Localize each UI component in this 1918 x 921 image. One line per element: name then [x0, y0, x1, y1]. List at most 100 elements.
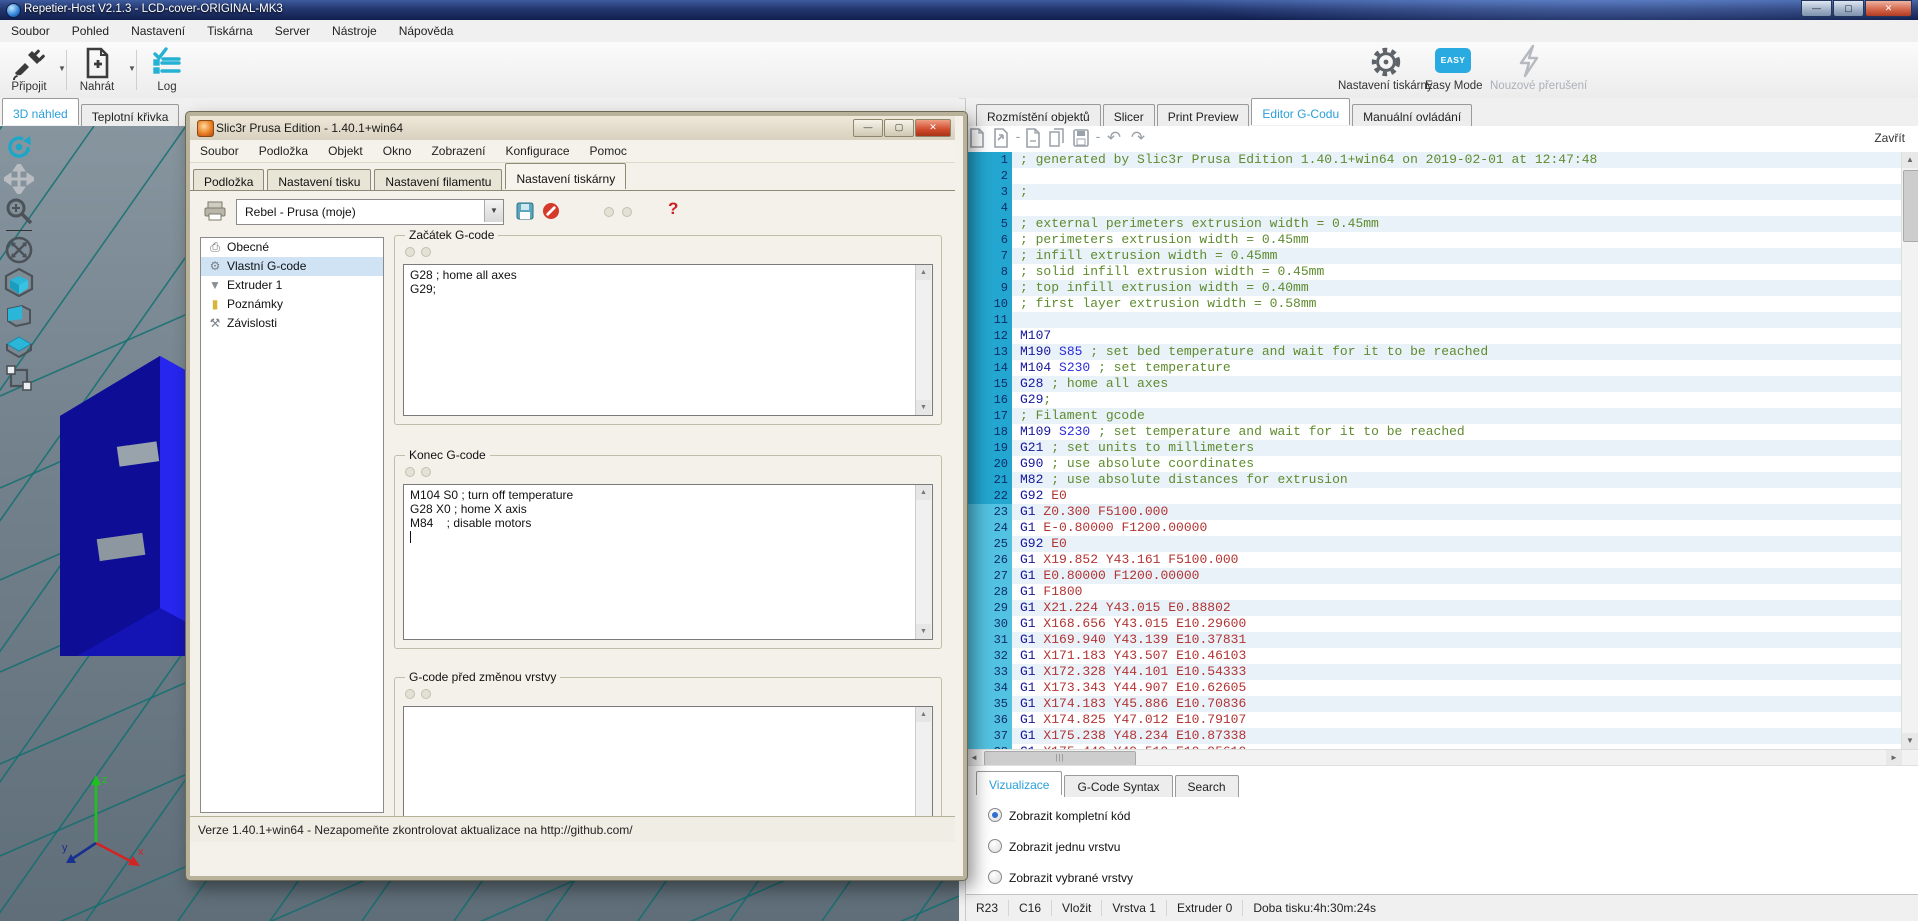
editor-line[interactable]: 7; infill extrusion width = 0.45mm	[966, 248, 1902, 264]
editor-line[interactable]: 25G92 E0	[966, 536, 1902, 552]
dialog-menu-zobrazení[interactable]: Zobrazení	[421, 140, 495, 158]
gcode-textarea[interactable]: M104 S0 ; turn off temperatureG28 X0 ; h…	[403, 484, 933, 640]
new-doc-icon[interactable]	[1024, 128, 1044, 148]
log-button[interactable]: Log	[140, 46, 194, 93]
help-question-mark[interactable]: ?	[668, 199, 678, 219]
dialog-menu-soubor[interactable]: Soubor	[190, 140, 249, 158]
editor-line[interactable]: 17; Filament gcode	[966, 408, 1902, 424]
dialog-title-bar[interactable]: Slic3r Prusa Edition - 1.40.1+win64 —▢✕	[190, 116, 955, 141]
tab-Manuální ovládání[interactable]: Manuální ovládání	[1352, 104, 1472, 128]
radio-unselected[interactable]	[988, 870, 1002, 884]
dialog-menu-okno[interactable]: Okno	[373, 140, 422, 158]
editor-line[interactable]: 27G1 E0.80000 F1200.00000	[966, 568, 1902, 584]
dialog-menu-podložka[interactable]: Podložka	[249, 140, 318, 158]
radio-option[interactable]: Zobrazit kompletní kód	[988, 808, 1130, 824]
editor-line[interactable]: 16G29;	[966, 392, 1902, 408]
dialog-menu-konfigurace[interactable]: Konfigurace	[495, 140, 579, 158]
editor-line[interactable]: 33G1 X172.328 Y44.101 E10.54333	[966, 664, 1902, 680]
editor-line[interactable]: 2	[966, 168, 1902, 184]
save-preset-icon[interactable]	[516, 202, 534, 223]
editor-line[interactable]: 1; generated by Slic3r Prusa Edition 1.4…	[966, 152, 1902, 168]
connect-dropdown-arrow[interactable]: ▼	[58, 64, 66, 73]
editor-line[interactable]: 8; solid infill extrusion width = 0.45mm	[966, 264, 1902, 280]
save-file-icon[interactable]	[1072, 128, 1092, 148]
editor-vertical-scrollbar[interactable]: ▲ ▼	[1901, 152, 1918, 749]
tree-item-Závislosti[interactable]: ⚒Závislosti	[201, 314, 383, 333]
menu-nastavení[interactable]: Nastavení	[120, 20, 196, 38]
dialog-menu-objekt[interactable]: Objekt	[318, 140, 373, 158]
maximize-button[interactable]: ▢	[1833, 0, 1864, 17]
editor-line[interactable]: 30G1 X168.656 Y43.015 E10.29600	[966, 616, 1902, 632]
upload-button[interactable]: Nahrát	[70, 46, 124, 93]
menu-tiskárna[interactable]: Tiskárna	[196, 20, 264, 38]
tree-item-Obecné[interactable]: ⎙Obecné	[201, 238, 383, 257]
editor-line[interactable]: 13M190 S85 ; set bed temperature and wai…	[966, 344, 1902, 360]
editor-line[interactable]: 14M104 S230 ; set temperature	[966, 360, 1902, 376]
scroll-up-arrow[interactable]: ▲	[916, 265, 931, 280]
textarea-scrollbar[interactable]: ▲▼	[915, 265, 932, 415]
horizontal-scroll-thumb[interactable]: |||	[984, 751, 1136, 766]
menu-pohled[interactable]: Pohled	[61, 20, 120, 38]
editor-line[interactable]: 15G28 ; home all axes	[966, 376, 1902, 392]
scroll-right-arrow[interactable]: ►	[1886, 750, 1902, 765]
tab-Vizualizace[interactable]: Vizualizace	[976, 771, 1062, 795]
textarea-scrollbar[interactable]: ▲▼	[915, 707, 932, 831]
editor-line[interactable]: 4	[966, 200, 1902, 216]
editor-line[interactable]: 12M107	[966, 328, 1902, 344]
editor-line[interactable]: 22G92 E0	[966, 488, 1902, 504]
gcode-textarea[interactable]: ▲▼	[403, 706, 933, 832]
scroll-down-arrow[interactable]: ▼	[1902, 733, 1918, 749]
dialog-tab-Nastavení tisku[interactable]: Nastavení tisku	[267, 169, 371, 192]
scroll-up-arrow[interactable]: ▲	[916, 485, 931, 500]
radio-unselected[interactable]	[988, 839, 1002, 853]
tab-Search[interactable]: Search	[1175, 775, 1239, 797]
tab-Print Preview[interactable]: Print Preview	[1157, 104, 1250, 128]
editor-line[interactable]: 29G1 X21.224 Y43.015 E0.88802	[966, 600, 1902, 616]
vertical-scroll-thumb[interactable]	[1903, 170, 1918, 242]
radio-option[interactable]: Zobrazit jednu vrstvu	[988, 839, 1120, 855]
editor-line[interactable]: 3;	[966, 184, 1902, 200]
view-frame-icon[interactable]	[4, 363, 34, 393]
editor-line[interactable]: 34G1 X173.343 Y44.907 E10.62605	[966, 680, 1902, 696]
view-front-icon[interactable]	[4, 299, 34, 329]
editor-line[interactable]: 32G1 X171.183 Y43.507 E10.46103	[966, 648, 1902, 664]
tab-3D náhled[interactable]: 3D náhled	[2, 98, 79, 125]
editor-line[interactable]: 20G90 ; use absolute coordinates	[966, 456, 1902, 472]
tab-G-Code Syntax[interactable]: G-Code Syntax	[1064, 775, 1172, 797]
editor-line[interactable]: 23G1 Z0.300 F5100.000	[966, 504, 1902, 520]
scroll-left-arrow[interactable]: ◄	[966, 750, 982, 765]
fit-view-icon[interactable]	[4, 235, 34, 265]
move-view-icon[interactable]	[4, 164, 34, 194]
gcode-textarea[interactable]: G28 ; home all axesG29;▲▼	[403, 264, 933, 416]
zoom-view-icon[interactable]	[4, 196, 34, 226]
dialog-tab-Nastavení tiskárny[interactable]: Nastavení tiskárny	[505, 163, 626, 189]
new-file-icon[interactable]	[968, 128, 988, 148]
copy-doc-icon[interactable]	[1048, 128, 1068, 148]
editor-line[interactable]: 28G1 F1800	[966, 584, 1902, 600]
editor-line[interactable]: 18M109 S230 ; set temperature and wait f…	[966, 424, 1902, 440]
editor-line[interactable]: 6; perimeters extrusion width = 0.45mm	[966, 232, 1902, 248]
view-top-icon[interactable]	[4, 331, 34, 361]
view-iso-icon[interactable]	[4, 267, 34, 297]
dialog-menu-pomoc[interactable]: Pomoc	[580, 140, 637, 158]
dialog-maximize-button[interactable]: ▢	[884, 119, 914, 137]
scroll-up-arrow[interactable]: ▲	[916, 707, 931, 722]
tab-Slicer[interactable]: Slicer	[1103, 104, 1155, 128]
tree-item-Extruder 1[interactable]: ▼Extruder 1	[201, 276, 383, 295]
editor-line[interactable]: 10; first layer extrusion width = 0.58mm	[966, 296, 1902, 312]
delete-preset-icon[interactable]	[542, 202, 560, 223]
printer-preset-select[interactable]: Rebel - Prusa (moje) ▼	[236, 199, 504, 225]
scroll-up-arrow[interactable]: ▲	[1902, 152, 1918, 168]
dialog-tab-Podložka[interactable]: Podložka	[193, 169, 264, 192]
dialog-minimize-button[interactable]: —	[853, 119, 883, 137]
menu-server[interactable]: Server	[264, 20, 321, 38]
radio-selected[interactable]	[988, 808, 1002, 822]
editor-line[interactable]: 24G1 E-0.80000 F1200.00000	[966, 520, 1902, 536]
combo-dropdown-arrow[interactable]: ▼	[484, 200, 503, 222]
tree-item-Poznámky[interactable]: ▮Poznámky	[201, 295, 383, 314]
radio-option[interactable]: Zobrazit vybrané vrstvy	[988, 870, 1133, 886]
menu-nápověda[interactable]: Nápověda	[388, 20, 465, 38]
tree-item-Vlastní G-code[interactable]: ⚙Vlastní G-code	[201, 257, 383, 276]
close-button[interactable]: ✕	[1865, 0, 1912, 17]
editor-line[interactable]: 21M82 ; use absolute distances for extru…	[966, 472, 1902, 488]
